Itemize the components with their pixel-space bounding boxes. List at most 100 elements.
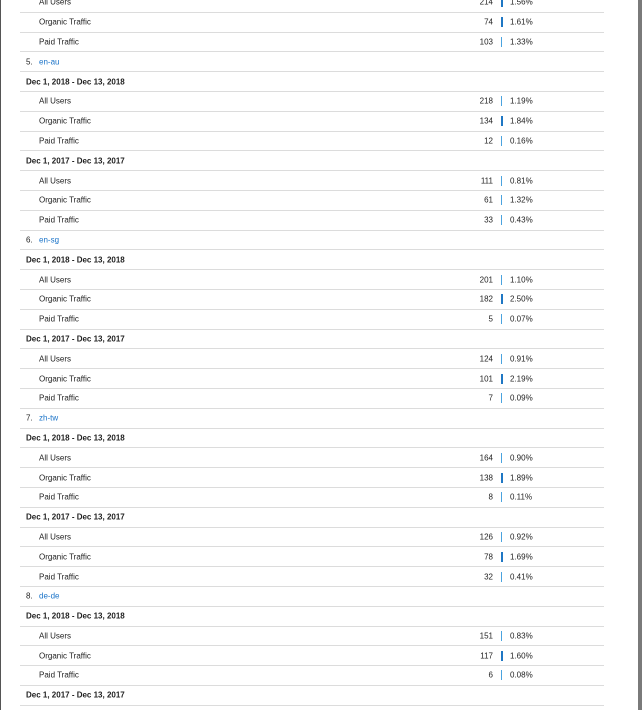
metric-row: Organic Traffic 101 2.19% <box>20 369 604 389</box>
site-row: 6. en-sg <box>20 231 604 251</box>
metric-row: All Users 126 0.92% <box>20 528 604 548</box>
date-range-row: Dec 1, 2018 - Dec 13, 2018 <box>20 607 604 627</box>
metric-count: 33 <box>484 215 493 225</box>
metric-percent: 0.43% <box>510 215 533 225</box>
metric-row: All Users 201 1.10% <box>20 270 604 290</box>
metric-percent: 2.50% <box>510 294 533 304</box>
metric-percent: 0.41% <box>510 572 533 581</box>
metric-percent: 0.81% <box>510 176 533 186</box>
metric-label: Organic Traffic <box>39 294 91 304</box>
report-table: All Users 214 1.56% Organic Traffic 74 1.61% P… <box>20 0 604 706</box>
site-link[interactable]: zh-tw <box>39 414 58 423</box>
metric-row: Paid Traffic 5 0.07% <box>20 310 604 330</box>
metric-row: Paid Traffic 6 0.08% <box>20 666 604 686</box>
date-range-row: Dec 1, 2017 - Dec 13, 2017 <box>20 151 604 172</box>
metric-count: 8 <box>488 492 493 502</box>
metric-row: Organic Traffic 74 1.61% <box>20 13 604 33</box>
percent-bar <box>501 116 503 127</box>
metric-row: Organic Traffic 138 1.89% <box>20 468 604 488</box>
date-range-row: Dec 1, 2018 - Dec 13, 2018 <box>20 72 604 92</box>
metric-count: 117 <box>480 651 493 661</box>
site-index: 5. <box>26 57 33 67</box>
metric-row: Paid Traffic 8 0.11% <box>20 488 604 508</box>
metric-count: 78 <box>484 552 493 562</box>
metric-row: Organic Traffic 78 1.69% <box>20 547 604 568</box>
metric-count: 101 <box>479 374 493 384</box>
metric-percent: 0.09% <box>510 393 533 403</box>
metric-percent: 0.83% <box>510 631 533 641</box>
percent-bar <box>501 17 503 28</box>
percent-bar <box>501 551 503 562</box>
metric-count: 201 <box>479 275 493 285</box>
percent-bar <box>501 215 502 226</box>
metric-label: All Users <box>39 96 72 106</box>
metric-row: All Users 214 1.56% <box>20 0 604 13</box>
percent-bar <box>501 393 502 404</box>
percent-bar <box>501 571 502 582</box>
metric-label: Organic Traffic <box>39 552 91 562</box>
metric-percent: 1.56% <box>510 0 533 7</box>
metric-label: Paid Traffic <box>39 215 79 225</box>
metric-row: All Users 218 1.19% <box>20 92 604 112</box>
metric-count: 138 <box>479 473 493 483</box>
site-link[interactable]: en-sg <box>39 235 59 244</box>
metric-row: Organic Traffic 134 1.84% <box>20 112 604 132</box>
metric-label: All Users <box>39 354 72 364</box>
date-range-row: Dec 1, 2018 - Dec 13, 2018 <box>20 429 604 449</box>
metric-label: All Users <box>39 631 72 641</box>
metric-count: 61 <box>484 195 493 205</box>
metric-row: All Users 151 0.83% <box>20 627 604 647</box>
metric-percent: 1.61% <box>510 17 533 27</box>
date-range-row: Dec 1, 2017 - Dec 13, 2017 <box>20 330 604 350</box>
metric-label: Organic Traffic <box>39 473 91 483</box>
metric-percent: 0.07% <box>510 314 533 324</box>
percent-bar <box>501 135 502 146</box>
metric-label: Organic Traffic <box>39 651 91 661</box>
metric-label: Paid Traffic <box>39 136 79 146</box>
site-link[interactable]: de-de <box>39 592 59 601</box>
metric-percent: 1.32% <box>510 195 533 205</box>
percent-bar <box>501 630 502 641</box>
date-range-label: Dec 1, 2018 - Dec 13, 2018 <box>26 433 125 443</box>
metric-percent: 1.69% <box>510 552 533 562</box>
date-range-label: Dec 1, 2017 - Dec 13, 2017 <box>26 690 125 700</box>
metric-label: All Users <box>39 532 72 542</box>
metric-percent: 1.84% <box>510 116 533 126</box>
metric-percent: 1.19% <box>510 96 533 106</box>
metric-percent: 1.33% <box>510 37 533 47</box>
metric-percent: 1.10% <box>510 275 533 285</box>
percent-bar <box>501 175 502 186</box>
date-range-label: Dec 1, 2017 - Dec 13, 2017 <box>26 156 125 166</box>
metric-label: Paid Traffic <box>39 670 79 680</box>
metric-percent: 1.89% <box>510 473 533 483</box>
metric-label: Organic Traffic <box>39 116 91 126</box>
metric-label: All Users <box>39 176 72 186</box>
metric-count: 151 <box>479 631 493 641</box>
metric-count: 182 <box>479 294 493 304</box>
metric-percent: 0.90% <box>510 453 533 463</box>
scrollbar-track[interactable] <box>638 0 642 710</box>
percent-bar <box>501 294 503 305</box>
site-index: 6. <box>26 235 33 245</box>
percent-bar <box>501 0 503 8</box>
metric-label: Paid Traffic <box>39 492 79 502</box>
metric-label: Organic Traffic <box>39 195 91 205</box>
site-link[interactable]: en-au <box>39 57 59 66</box>
percent-bar <box>501 195 502 206</box>
date-range-label: Dec 1, 2018 - Dec 13, 2018 <box>26 255 125 265</box>
date-range-label: Dec 1, 2018 - Dec 13, 2018 <box>26 77 125 87</box>
metric-count: 111 <box>480 176 493 186</box>
metric-percent: 0.08% <box>510 670 533 680</box>
metric-label: Organic Traffic <box>39 374 91 384</box>
metric-percent: 0.11% <box>510 492 533 502</box>
metric-row: Paid Traffic 12 0.16% <box>20 132 604 152</box>
percent-bar <box>501 650 503 661</box>
metric-label: All Users <box>39 275 72 285</box>
metric-count: 164 <box>479 453 493 463</box>
metric-percent: 0.92% <box>510 532 533 542</box>
metric-row: Paid Traffic 7 0.09% <box>20 389 604 409</box>
site-row: 7. zh-tw <box>20 409 604 429</box>
date-range-label: Dec 1, 2017 - Dec 13, 2017 <box>26 512 125 522</box>
metric-row: All Users 124 0.91% <box>20 349 604 370</box>
date-range-row: Dec 1, 2017 - Dec 13, 2017 <box>20 686 604 706</box>
